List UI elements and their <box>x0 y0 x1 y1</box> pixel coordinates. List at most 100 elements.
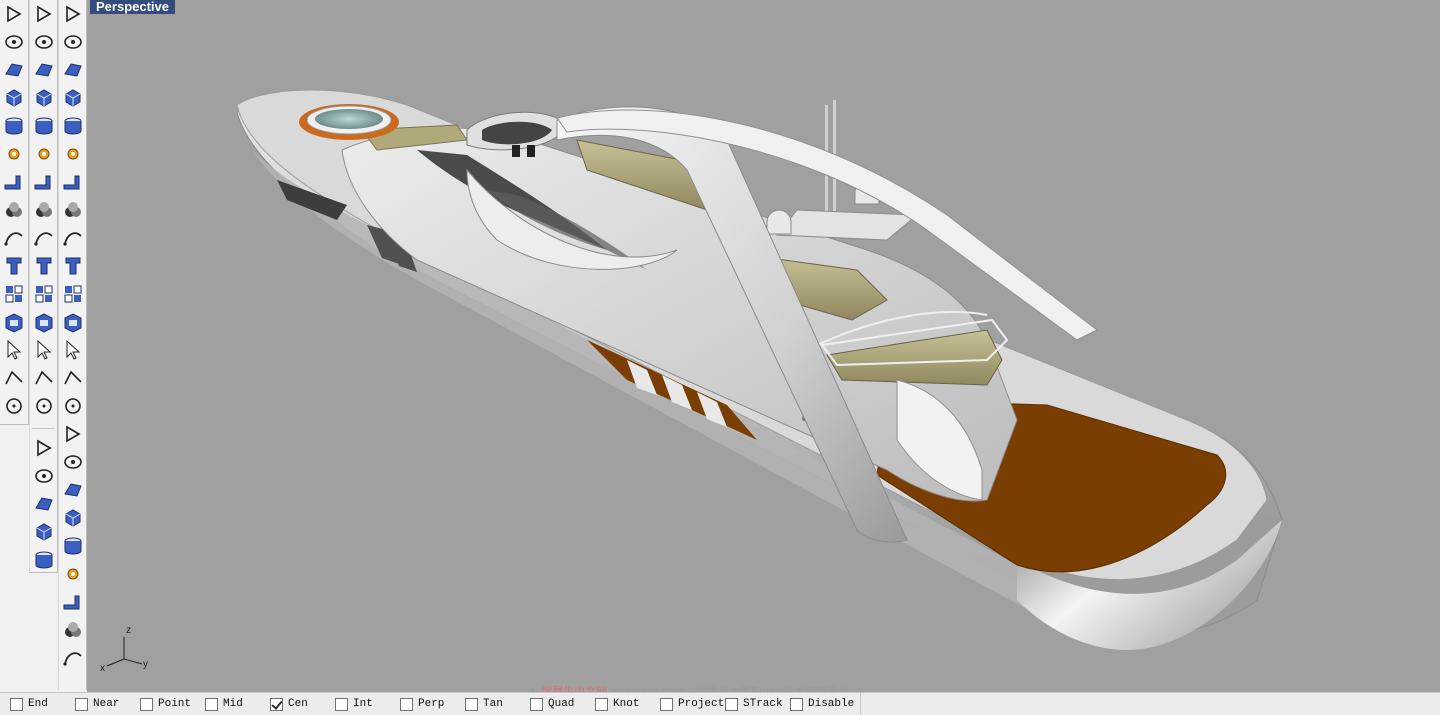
loft-icon <box>61 86 85 110</box>
plane-icon <box>32 198 56 222</box>
tool-cube-color-icon[interactable] <box>31 435 57 461</box>
snap-label: Cen <box>288 698 308 710</box>
snap-checkbox[interactable] <box>790 697 803 711</box>
tool-flow-icon[interactable] <box>60 589 86 615</box>
tool-project-icon[interactable] <box>60 365 86 391</box>
snap-perp[interactable]: Perp <box>400 695 465 713</box>
tool-twist-icon[interactable] <box>60 477 86 503</box>
tool-ground-plane-icon[interactable] <box>31 393 57 419</box>
tool-fillet-icon[interactable] <box>31 113 57 139</box>
snap-checkbox[interactable] <box>75 697 88 711</box>
snap-near[interactable]: Near <box>75 695 140 713</box>
tool-plane-icon[interactable] <box>31 197 57 223</box>
snap-end[interactable]: End <box>10 695 75 713</box>
tool-walkabout-icon[interactable] <box>31 547 57 573</box>
snap-quad[interactable]: Quad <box>530 695 595 713</box>
tool-polyline-icon[interactable] <box>1 29 27 55</box>
tool-rectangle-icon[interactable] <box>31 85 57 111</box>
tool-select-arrow-icon[interactable] <box>1 1 27 27</box>
snap-checkbox[interactable] <box>335 697 348 711</box>
tool-cage-icon[interactable] <box>60 617 86 643</box>
snap-int[interactable]: Int <box>335 695 400 713</box>
tool-network-icon[interactable] <box>60 1 86 27</box>
snap-mid[interactable]: Mid <box>205 695 270 713</box>
snap-disable[interactable]: Disable <box>790 695 855 713</box>
snap-label: Quad <box>548 698 575 710</box>
tool-loft-icon[interactable] <box>60 85 86 111</box>
tool-settings-gear-icon[interactable] <box>1 225 27 251</box>
tool-taper-icon[interactable] <box>60 505 86 531</box>
tool-array-icon[interactable] <box>60 57 86 83</box>
extrude-icon <box>2 254 26 278</box>
snap-checkbox[interactable] <box>530 697 543 711</box>
snap-label: Perp <box>418 698 445 710</box>
snap-checkbox[interactable] <box>725 697 738 711</box>
snap-checkbox[interactable] <box>660 697 673 711</box>
tool-group-icon[interactable] <box>1 365 27 391</box>
snap-strack[interactable]: STrack <box>725 695 790 713</box>
tool-curve-tool-icon[interactable] <box>1 309 27 335</box>
snap-checkbox[interactable] <box>140 697 153 711</box>
tool-box-edit-icon[interactable] <box>60 113 86 139</box>
snap-label: Knot <box>613 698 640 710</box>
tool-render-box-icon[interactable] <box>31 519 57 545</box>
tool-cylinder-icon[interactable] <box>1 197 27 223</box>
tool-text-icon[interactable] <box>1 337 27 363</box>
tool-render-icon[interactable] <box>60 645 86 671</box>
snap-checkbox[interactable] <box>465 697 478 711</box>
tool-ellipse-icon[interactable] <box>31 57 57 83</box>
tool-shear-icon[interactable] <box>60 533 86 559</box>
tool-polar-array-icon[interactable] <box>60 337 86 363</box>
tool-point-cloud-icon[interactable] <box>60 225 86 251</box>
snap-checkbox[interactable] <box>205 697 218 711</box>
tool-explode-icon[interactable] <box>31 225 57 251</box>
tool-node-icon[interactable] <box>60 393 86 419</box>
ellipse-icon <box>32 58 56 82</box>
tool-surface-patch-icon[interactable] <box>1 141 27 167</box>
tool-boolean-union-icon[interactable] <box>31 281 57 307</box>
tool-polygon-icon[interactable] <box>1 85 27 111</box>
tool-sphere-icon[interactable] <box>31 169 57 195</box>
tool-extrude-edge-icon[interactable] <box>31 253 57 279</box>
snap-tan[interactable]: Tan <box>465 695 530 713</box>
tool-circle-icon[interactable] <box>1 57 27 83</box>
tool-extrude-icon[interactable] <box>1 253 27 279</box>
tool-flatten-icon[interactable] <box>60 197 86 223</box>
tool-move-icon[interactable] <box>31 365 57 391</box>
tool-gears-icon[interactable] <box>31 491 57 517</box>
tool-curve-icon[interactable] <box>31 29 57 55</box>
tool-mirror-icon[interactable] <box>60 141 86 167</box>
tool-split-icon[interactable] <box>60 449 86 475</box>
tool-skew-icon[interactable] <box>60 561 86 587</box>
snap-cen[interactable]: Cen <box>270 695 335 713</box>
tool-point-icon[interactable] <box>31 1 57 27</box>
tool-grid-array-icon[interactable] <box>60 309 86 335</box>
snap-point[interactable]: Point <box>140 695 205 713</box>
tool-layer-icon[interactable] <box>60 421 86 447</box>
node-icon <box>61 394 85 418</box>
tool-ellipse-point-icon[interactable] <box>1 113 27 139</box>
viewport-title[interactable]: Perspective <box>90 0 175 14</box>
axis-y-label: y <box>143 659 148 670</box>
box-solid-icon <box>2 170 26 194</box>
snap-knot[interactable]: Knot <box>595 695 660 713</box>
boolean-union-icon <box>32 282 56 306</box>
tool-solid-box-icon[interactable] <box>1 393 27 419</box>
snap-project[interactable]: Project <box>660 695 725 713</box>
tool-boolean-icon[interactable] <box>1 281 27 307</box>
snap-checkbox[interactable] <box>400 697 413 711</box>
cage-icon <box>61 618 85 642</box>
tool-bend-icon[interactable] <box>60 253 86 279</box>
perspective-viewport[interactable]: z y x Perspective <box>87 0 1440 692</box>
snap-checkbox[interactable] <box>10 697 23 711</box>
tool-transform-icon[interactable] <box>60 281 86 307</box>
tool-dimension-icon[interactable] <box>60 29 86 55</box>
tool-diamond-icon[interactable] <box>60 169 86 195</box>
tool-arc-icon[interactable] <box>31 309 57 335</box>
tool-offset-icon[interactable] <box>31 463 57 489</box>
snap-checkbox[interactable] <box>270 697 283 711</box>
tool-scale-icon[interactable] <box>31 337 57 363</box>
tool-rotate-icon[interactable] <box>31 141 57 167</box>
snap-checkbox[interactable] <box>595 697 608 711</box>
tool-box-solid-icon[interactable] <box>1 169 27 195</box>
